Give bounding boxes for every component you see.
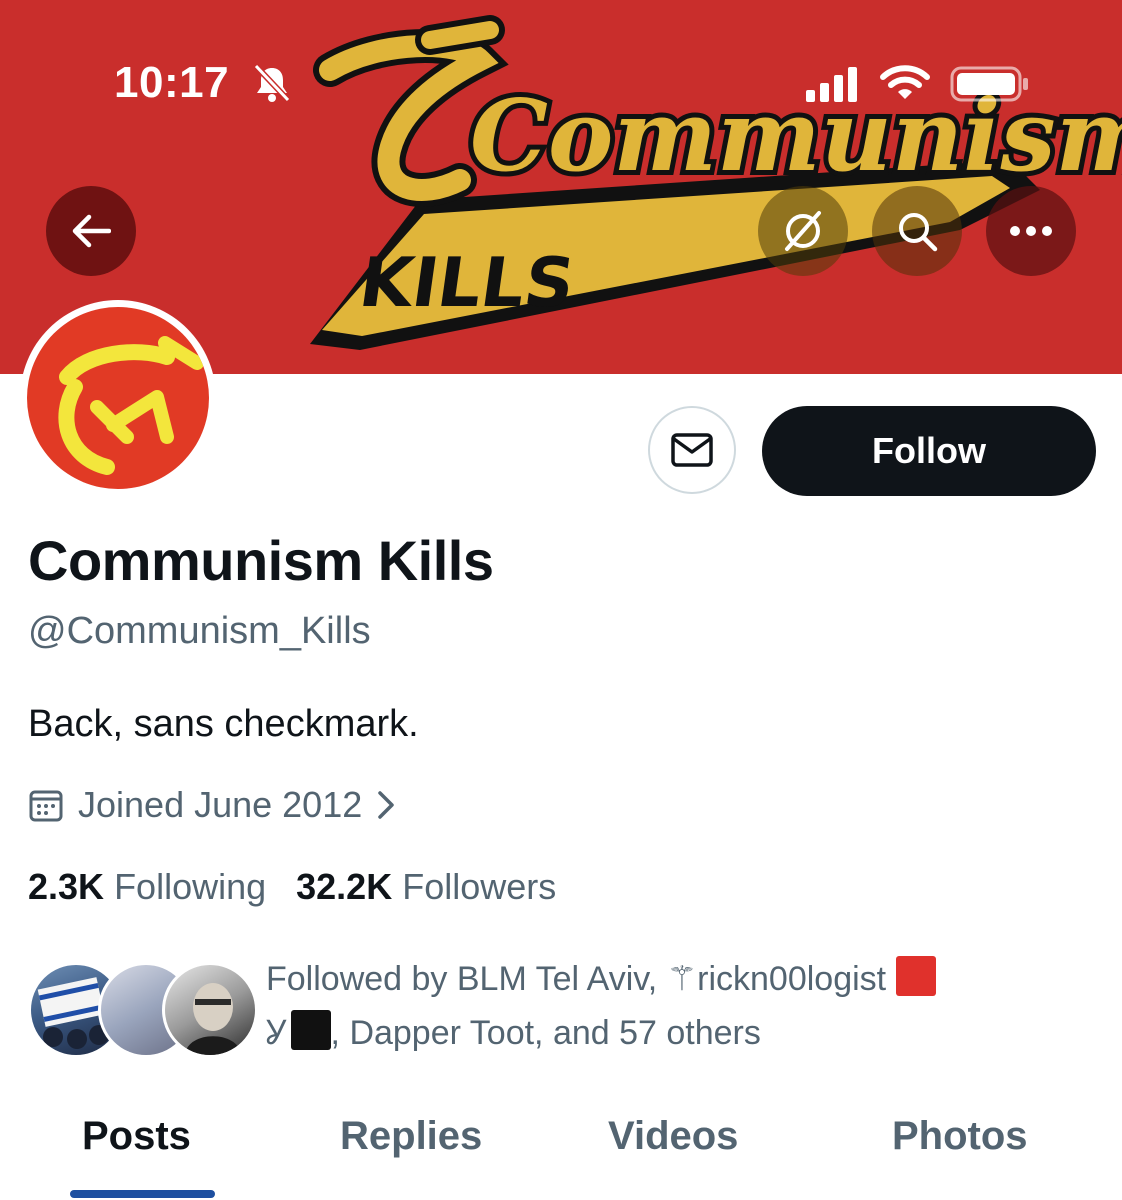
status-time: 10:17 — [114, 58, 230, 107]
followed-by-avatars[interactable] — [28, 962, 258, 1058]
profile-tabs: Posts Replies Videos Photos — [0, 1110, 1122, 1200]
tab-replies[interactable]: Replies — [340, 1114, 482, 1159]
followers-stat[interactable]: 32.2K Followers — [296, 866, 556, 908]
more-button[interactable] — [986, 186, 1076, 276]
tab-photos[interactable]: Photos — [892, 1114, 1028, 1159]
joined-text: Joined June 2012 — [78, 784, 363, 825]
message-button[interactable] — [648, 406, 736, 494]
search-icon — [899, 213, 938, 252]
sickle-logo-icon — [58, 336, 204, 475]
grok-button[interactable] — [758, 186, 848, 276]
followed-by-text[interactable]: Followed by BLM Tel Aviv, ⚚rickn00logist… — [266, 952, 1086, 1060]
followed-by-name2: rickn00logist — [697, 960, 887, 998]
mail-icon — [671, 433, 713, 467]
active-tab-indicator — [70, 1190, 215, 1198]
portrait-image — [185, 983, 241, 1055]
chevron-right-icon — [378, 791, 394, 819]
profile-bio: Back, sans checkmark. — [28, 703, 419, 745]
signal-icon — [806, 67, 857, 102]
follow-stats: 2.3K Following 32.2K Followers — [28, 866, 556, 908]
following-label: Following — [114, 866, 267, 907]
tab-posts[interactable]: Posts — [82, 1114, 191, 1159]
profile-avatar[interactable] — [20, 300, 216, 496]
profile-handle: @Communism_Kills — [28, 610, 371, 652]
followers-label: Followers — [402, 866, 557, 907]
calendar-icon — [29, 790, 63, 822]
antenna-icon: Ỿ — [266, 1014, 287, 1052]
followed-by-joiner: , Dapper Toot, and 57 others — [330, 1014, 761, 1052]
wifi-icon — [880, 65, 930, 99]
banner-word-kills: KILLS — [355, 244, 580, 323]
joined-date[interactable]: Joined June 2012 — [28, 784, 396, 826]
follower-avatar-3 — [162, 962, 258, 1058]
following-stat[interactable]: 2.3K Following — [28, 866, 266, 908]
profile-name: Communism Kills — [28, 529, 494, 592]
caduceus-icon: ⚚ — [666, 960, 698, 998]
bell-muted-icon — [253, 63, 291, 103]
black-square-icon — [290, 1010, 331, 1050]
followers-count: 32.2K — [296, 866, 393, 907]
tab-videos[interactable]: Videos — [608, 1114, 738, 1159]
battery-icon — [950, 66, 1028, 102]
grok-icon — [785, 211, 821, 251]
red-square-icon — [895, 956, 936, 996]
search-button[interactable] — [872, 186, 962, 276]
back-arrow-icon — [72, 214, 111, 248]
more-icon — [1010, 226, 1052, 236]
back-button[interactable] — [46, 186, 136, 276]
avatar-image — [27, 307, 209, 489]
followed-by-prefix: Followed by BLM Tel Aviv, — [266, 960, 667, 998]
following-count: 2.3K — [28, 866, 105, 907]
follow-button[interactable]: Follow — [762, 406, 1096, 496]
